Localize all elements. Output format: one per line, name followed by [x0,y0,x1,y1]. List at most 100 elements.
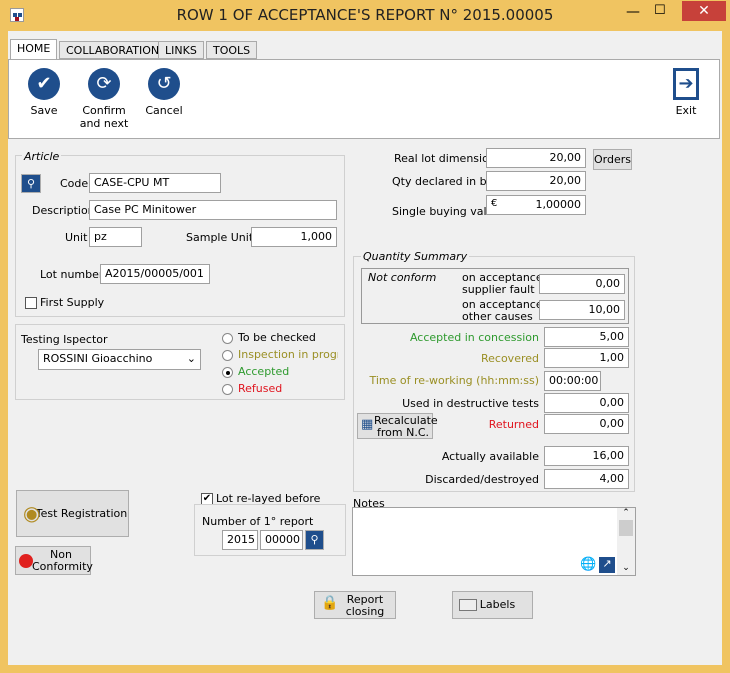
supplier-fault-field[interactable]: 0,00 [539,274,625,294]
rework-time-field[interactable]: 00:00:00 [544,371,601,391]
tape-icon: ◉ [23,501,41,525]
concession-field[interactable]: 5,00 [544,327,629,347]
closing-label: closing [345,605,385,618]
qty-declared-field[interactable]: 20,00 [486,171,586,191]
first-supply-checkbox[interactable]: First Supply [25,296,104,309]
radio-circle [222,332,233,344]
tab-links[interactable]: LINKS [158,41,204,59]
other-causes-label: on acceptance other causes [462,299,543,323]
lot-number-field[interactable]: A2015/00005/001 [100,264,210,284]
radio-refused[interactable]: Refused [222,382,282,395]
returned-label: Returned [488,418,539,431]
save-button[interactable]: ✔ Save [22,68,66,117]
report-closing-button[interactable]: 🔒 Report closing [314,591,396,619]
destructive-tests-label: Used in destructive tests [402,397,539,410]
supplier-fault-label: on acceptance supplier fault [462,272,543,296]
recovered-field[interactable]: 1,00 [544,348,629,368]
not-conform-label: Not conform [368,271,437,284]
scroll-thumb[interactable] [619,520,633,536]
cancel-button[interactable]: ↺ Cancel [142,68,186,117]
checkmark-icon: ✔ [28,68,60,100]
description-label: Description [32,204,95,217]
tab-home[interactable]: HOME [10,39,58,59]
exit-icon: ➔ [673,68,699,100]
radio-circle [222,349,233,361]
quantity-summary-legend: Quantity Summary [361,250,470,263]
article-legend: Article [22,150,62,163]
window-title: ROW 1 OF ACCEPTANCE'S REPORT N° 2015.000… [176,6,554,24]
sample-unit-label: Sample Unit [186,231,254,244]
unit-label: Unit [65,231,88,244]
scroll-down-icon[interactable]: ⌄ [617,563,635,573]
recalculate-button[interactable]: ▦ Recalculate from N.C. [357,413,438,439]
title-bar: ROW 1 OF ACCEPTANCE'S REPORT N° 2015.000… [0,0,730,32]
code-field[interactable]: CASE-CPU MT [89,173,221,193]
radio-label: To be checked [238,331,316,344]
tab-tools[interactable]: TOOLS [206,41,258,59]
label-line: supplier fault [462,283,535,296]
confirm-label-2: and next [79,117,129,130]
test-registration-button[interactable]: ◉ Test Registration [16,490,129,537]
destructive-tests-field[interactable]: 0,00 [544,393,629,413]
exit-button[interactable]: ➔ Exit [666,68,706,117]
label-line: other causes [462,310,533,323]
notes-scrollbar[interactable]: ⌃ ⌄ [617,508,635,575]
sample-unit-field[interactable]: 1,000 [251,227,337,247]
description-field[interactable]: Case PC Minitower [89,200,337,220]
real-lot-field[interactable]: 20,00 [486,148,586,168]
calculator-icon: ▦ [361,417,374,432]
search-report-button[interactable]: ⚲ [305,530,324,550]
test-registration-label: Test Registration [35,507,128,520]
rework-time-label: Time of re-working (hh:mm:ss) [369,374,540,387]
recalc-label: from N.C. [377,426,429,439]
search-icon: ⚲ [310,533,319,546]
radio-label: Accepted [238,365,290,378]
buying-value: 1,00000 [535,198,582,211]
discarded-field[interactable]: 4,00 [544,469,629,489]
confirm-next-button[interactable]: ⟳ Confirm and next [74,68,134,130]
radio-label: Inspection in progr [238,348,338,361]
chevron-down-icon: ⌄ [186,352,196,365]
report-number-field[interactable]: 00000 [260,530,303,550]
returned-field[interactable]: 0,00 [544,414,629,434]
search-article-button[interactable]: ⚲ [21,174,41,193]
radio-inspection[interactable]: Inspection in progr [222,348,338,361]
checkbox[interactable] [25,297,37,309]
orders-button[interactable]: Orders [593,149,632,170]
code-label: Code [60,177,89,190]
available-field[interactable]: 16,00 [544,446,629,466]
non-conformity-button[interactable]: Non Conformity [15,546,93,575]
testing-inspector-label: Testing Ispector [21,333,108,346]
currency-symbol: € [491,198,498,209]
red-dot-icon [19,554,33,568]
report-year-field[interactable]: 2015 [222,530,258,550]
buying-value-field[interactable]: €1,00000 [486,195,586,215]
inspector-select[interactable]: ROSSINI Gioacchino ⌄ [38,349,201,370]
radio-to-be-checked[interactable]: To be checked [222,331,316,344]
labels-button[interactable]: Labels [452,591,533,619]
minimize-button[interactable]: — [626,4,646,20]
nc-label: Conformity [32,560,93,573]
available-label: Actually available [441,450,539,463]
globe-icon[interactable]: 🌐 [580,557,596,572]
buying-value-label: Single buying value [392,205,501,218]
lot-number-label: Lot number [40,268,104,281]
save-label: Save [30,104,58,117]
scroll-up-icon[interactable]: ⌃ [617,508,635,518]
open-link-icon[interactable]: ↗ [599,557,615,573]
tab-collaboration[interactable]: COLLABORATION [59,41,167,59]
unit-field[interactable]: pz [89,227,142,247]
close-button[interactable]: ✕ [682,1,726,21]
other-causes-field[interactable]: 10,00 [539,300,625,320]
discarded-label: Discarded/destroyed [425,473,539,486]
qty-declared-label: Qty declared in bill [392,175,496,188]
real-lot-label: Real lot dimension [394,152,496,165]
concession-label: Accepted in concession [409,331,539,344]
radio-accepted[interactable]: Accepted [222,365,289,378]
first-supply-label: First Supply [40,296,105,309]
label-card-icon [459,599,477,611]
labels-label: Labels [479,598,516,611]
radio-circle [222,383,233,395]
undo-icon: ↺ [148,68,180,100]
maximize-button[interactable]: ☐ [654,3,674,18]
